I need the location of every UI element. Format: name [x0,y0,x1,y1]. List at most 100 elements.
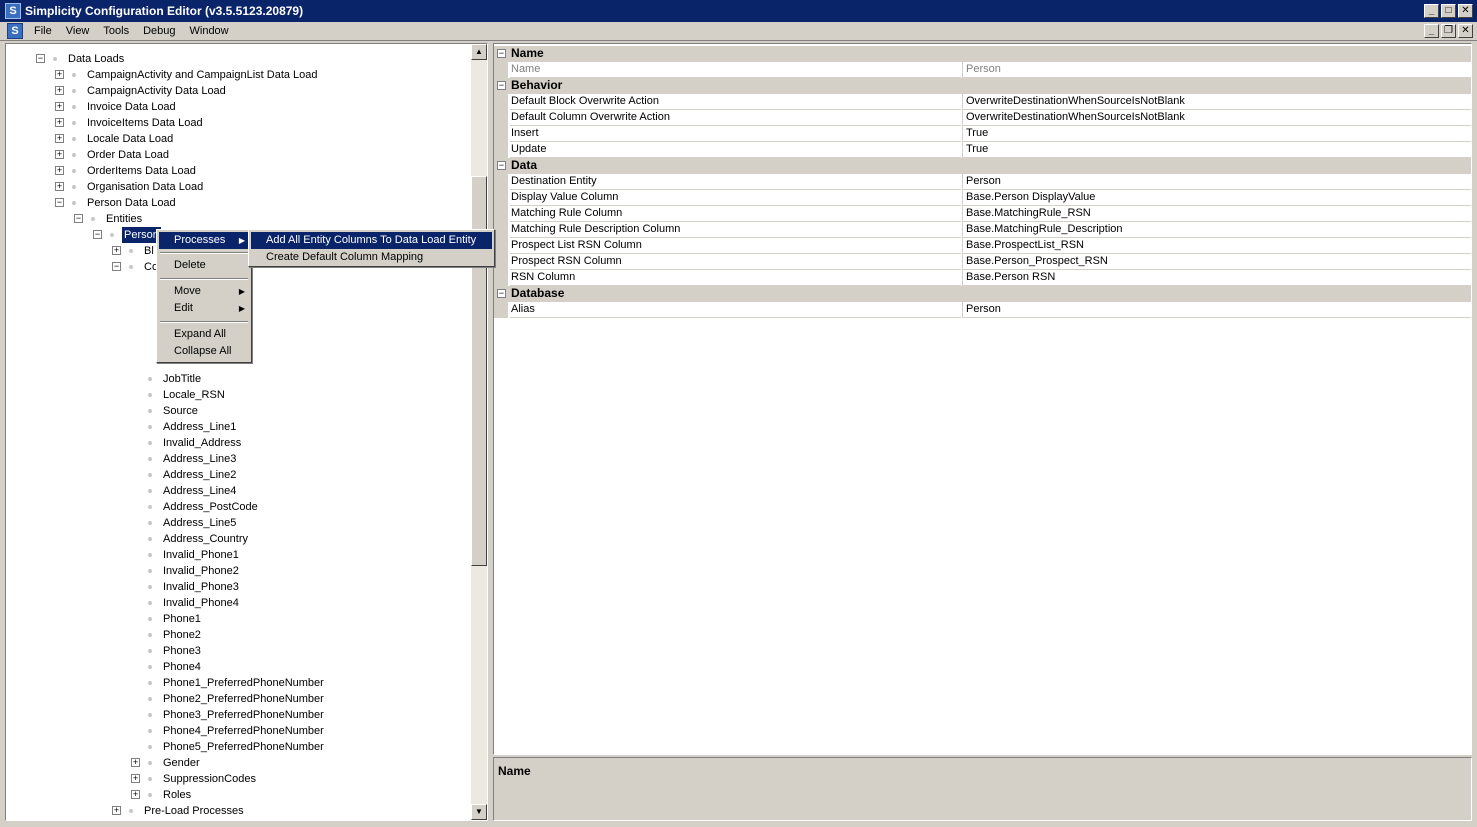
tree-node[interactable]: + Invoice Data Load [6,99,466,115]
property-value[interactable]: Base.Person DisplayValue [962,190,1471,206]
tree-node[interactable]: Invalid_Phone4 [6,595,466,611]
tree-node[interactable]: Address_Line3 [6,451,466,467]
menu-view[interactable]: View [59,25,97,37]
property-value[interactable]: Base.Person_Prospect_RSN [962,254,1471,270]
collapse-icon[interactable]: − [36,54,45,63]
property-row[interactable]: Matching Rule Description Column Base.Mat… [494,222,1471,238]
menu-item-edit[interactable]: Edit ▶ [159,300,249,317]
tree-node[interactable]: Phone5_PreferredPhoneNumber [6,739,466,755]
property-value[interactable]: Person [962,302,1471,318]
property-value[interactable]: OverwriteDestinationWhenSourceIsNotBlank [962,110,1471,126]
property-row[interactable]: Destination Entity Person [494,174,1471,190]
menu-item-delete[interactable]: Delete [159,257,249,274]
tree-node[interactable]: + InvoiceItems Data Load [6,115,466,131]
maximize-button[interactable]: □ [1441,4,1456,18]
property-value[interactable]: OverwriteDestinationWhenSourceIsNotBlank [962,94,1471,110]
menu-item-add-all-entity-columns[interactable]: Add All Entity Columns To Data Load Enti… [251,232,492,249]
property-value[interactable]: Base.ProspectList_RSN [962,238,1471,254]
tree-node[interactable]: − Entities [6,211,466,227]
tree-node[interactable]: Post-Load Processes [6,819,466,820]
property-row[interactable]: Insert True [494,126,1471,142]
menu-window[interactable]: Window [183,25,236,37]
expand-icon[interactable]: + [131,758,140,767]
tree-node[interactable]: + CampaignActivity Data Load [6,83,466,99]
tree-view[interactable]: − Data Loads + CampaignActivity and Campaig… [6,44,472,820]
tree-node[interactable]: Phone2 [6,627,466,643]
expand-icon[interactable]: + [55,70,64,79]
property-value[interactable]: True [962,126,1471,142]
property-row[interactable]: RSN Column Base.Person RSN [494,270,1471,286]
expand-icon[interactable]: + [55,182,64,191]
property-row[interactable]: Default Block Overwrite Action OverwriteD… [494,94,1471,110]
close-button[interactable]: ✕ [1458,4,1473,18]
scroll-up-arrow-icon[interactable]: ▲ [471,44,487,60]
tree-node[interactable]: Phone1 [6,611,466,627]
tree-node[interactable]: Phone1_PreferredPhoneNumber [6,675,466,691]
tree-node[interactable]: + Roles [6,787,466,803]
property-row[interactable]: Matching Rule Column Base.MatchingRule_RS… [494,206,1471,222]
property-row[interactable]: Prospect List RSN Column Base.ProspectLis… [494,238,1471,254]
property-row[interactable]: Alias Person [494,302,1471,318]
menu-tools[interactable]: Tools [96,25,136,37]
property-value[interactable]: Person [962,62,1471,78]
tree-node[interactable]: + Organisation Data Load [6,179,466,195]
collapse-icon[interactable]: − [93,230,102,239]
tree-node[interactable]: + OrderItems Data Load [6,163,466,179]
tree-node[interactable]: + Pre-Load Processes [6,803,466,819]
property-row[interactable]: Update True [494,142,1471,158]
tree-node[interactable]: JobTitle [6,371,466,387]
property-row[interactable]: Name Person [494,62,1471,78]
property-row[interactable]: Display Value Column Base.Person DisplayV… [494,190,1471,206]
tree-node[interactable]: Address_PostCode [6,499,466,515]
menu-file[interactable]: File [27,25,59,37]
property-value[interactable]: Base.MatchingRule_RSN [962,206,1471,222]
tree-node[interactable]: − Person Data Load [6,195,466,211]
property-value[interactable]: Person [962,174,1471,190]
minimize-button[interactable]: _ [1424,4,1439,18]
tree-node[interactable]: − Data Loads [6,51,466,67]
expand-icon[interactable]: + [131,774,140,783]
expand-icon[interactable]: + [131,790,140,799]
collapse-icon[interactable]: − [55,198,64,207]
property-category[interactable]: − Database [494,286,1471,302]
tree-node[interactable]: Phone4 [6,659,466,675]
property-category[interactable]: − Name [494,46,1471,62]
tree-node[interactable]: + Gender [6,755,466,771]
menu-item-processes[interactable]: Processes ▶ [159,232,249,249]
menu-item-expand-all[interactable]: Expand All [159,326,249,343]
expand-icon[interactable]: + [112,806,121,815]
tree-node[interactable]: Address_Line4 [6,483,466,499]
expand-icon[interactable]: + [55,166,64,175]
tree-node[interactable]: + SuppressionCodes [6,771,466,787]
menu-debug[interactable]: Debug [136,25,182,37]
menu-item-move[interactable]: Move ▶ [159,283,249,300]
property-category[interactable]: − Data [494,158,1471,174]
tree-node[interactable]: + Order Data Load [6,147,466,163]
property-row[interactable]: Default Column Overwrite Action Overwrite… [494,110,1471,126]
collapse-icon[interactable]: − [497,81,506,90]
tree-node[interactable]: Address_Country [6,531,466,547]
expand-icon[interactable]: + [55,134,64,143]
property-value[interactable]: Base.Person RSN [962,270,1471,286]
tree-node[interactable]: Locale_RSN [6,387,466,403]
tree-node[interactable]: Phone3_PreferredPhoneNumber [6,707,466,723]
scroll-down-arrow-icon[interactable]: ▼ [471,804,487,820]
expand-icon[interactable]: + [55,102,64,111]
expand-icon[interactable]: + [55,86,64,95]
tree-node[interactable]: Phone2_PreferredPhoneNumber [6,691,466,707]
mdi-minimize-button[interactable]: _ [1424,24,1439,38]
expand-icon[interactable]: + [112,246,121,255]
tree-node[interactable]: Invalid_Address [6,435,466,451]
tree-node[interactable]: + CampaignActivity and CampaignList Data … [6,67,466,83]
property-row[interactable]: Prospect RSN Column Base.Person_Prospect_… [494,254,1471,270]
tree-node[interactable]: Source [6,403,466,419]
collapse-icon[interactable]: − [112,262,121,271]
collapse-icon[interactable]: − [497,289,506,298]
tree-node[interactable]: Phone4_PreferredPhoneNumber [6,723,466,739]
tree-node[interactable]: Address_Line2 [6,467,466,483]
tree-node[interactable]: Phone3 [6,643,466,659]
tree-node[interactable]: Address_Line1 [6,419,466,435]
collapse-icon[interactable]: − [497,161,506,170]
mdi-close-button[interactable]: ✕ [1458,24,1473,38]
tree-node[interactable]: Invalid_Phone3 [6,579,466,595]
